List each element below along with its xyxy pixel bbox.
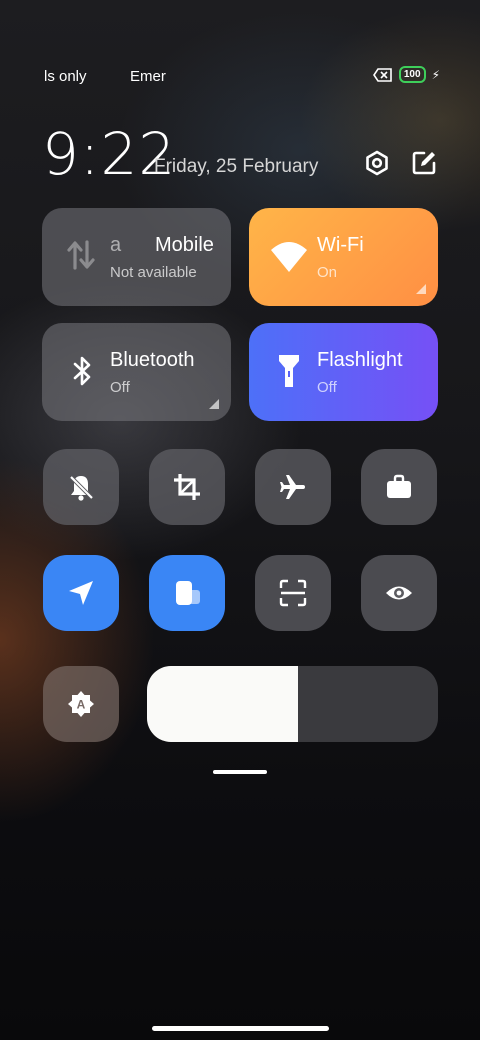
carrier-text: ls only — [44, 68, 87, 85]
location-toggle[interactable] — [43, 555, 119, 631]
tile-label: Mobile — [155, 234, 214, 256]
brightness-slider[interactable] — [147, 666, 438, 742]
brightness-fill — [147, 666, 299, 742]
settings-icon[interactable] — [364, 150, 390, 176]
date: Friday, 25 February — [154, 156, 319, 177]
tile-label: Wi-Fi — [317, 234, 364, 256]
tile-status: Off — [317, 379, 337, 396]
floating-window-icon — [176, 581, 200, 605]
auto-brightness-icon: A — [68, 691, 94, 717]
bell-off-icon — [69, 475, 94, 501]
panel-drag-handle[interactable] — [213, 770, 267, 774]
bluetooth-icon — [73, 356, 91, 386]
edit-icon[interactable] — [411, 150, 437, 176]
status-icons: 100 ⚡ — [372, 66, 440, 83]
wifi-tile[interactable]: Wi-Fi On — [249, 208, 438, 306]
crop-icon — [174, 474, 200, 500]
home-indicator[interactable] — [152, 1026, 329, 1031]
briefcase-icon — [387, 474, 411, 498]
second-space-toggle[interactable] — [361, 449, 437, 525]
scanner-toggle[interactable] — [255, 555, 331, 631]
flashlight-icon — [279, 355, 299, 387]
mobile-data-tile[interactable]: a Mobile Not available — [42, 208, 231, 306]
battery-indicator: 100 — [398, 66, 426, 83]
tile-label: Bluetooth — [110, 349, 195, 371]
auto-brightness-toggle[interactable]: A — [43, 666, 119, 742]
airplane-icon — [280, 475, 305, 499]
svg-text:A: A — [77, 698, 86, 712]
scan-icon — [279, 579, 307, 607]
expand-corner-icon[interactable] — [416, 284, 426, 294]
bluetooth-tile[interactable]: Bluetooth Off — [42, 323, 231, 421]
mobile-data-icon — [67, 240, 95, 270]
mobile-carrier-fragment: a — [110, 234, 122, 256]
mute-toggle[interactable] — [43, 449, 119, 525]
reading-mode-toggle[interactable] — [361, 555, 437, 631]
airplane-mode-toggle[interactable] — [255, 449, 331, 525]
tile-status: Off — [110, 379, 130, 396]
flashlight-tile[interactable]: Flashlight Off — [249, 323, 438, 421]
charging-icon: ⚡ — [431, 67, 440, 82]
status-bar: ls only Emer 100 ⚡ — [0, 66, 480, 88]
wifi-icon — [271, 242, 307, 272]
floating-window-toggle[interactable] — [149, 555, 225, 631]
emergency-text: Emer — [130, 68, 166, 85]
location-icon — [69, 581, 93, 605]
screenshot-toggle[interactable] — [149, 449, 225, 525]
tile-label: Flashlight — [317, 349, 403, 371]
no-sim-icon — [372, 67, 392, 82]
mobile-label-clip: a Mobile — [110, 234, 216, 264]
expand-corner-icon[interactable] — [209, 399, 219, 409]
eye-icon — [386, 586, 412, 600]
tile-status: On — [317, 264, 338, 281]
tile-status: Not available — [110, 264, 197, 281]
